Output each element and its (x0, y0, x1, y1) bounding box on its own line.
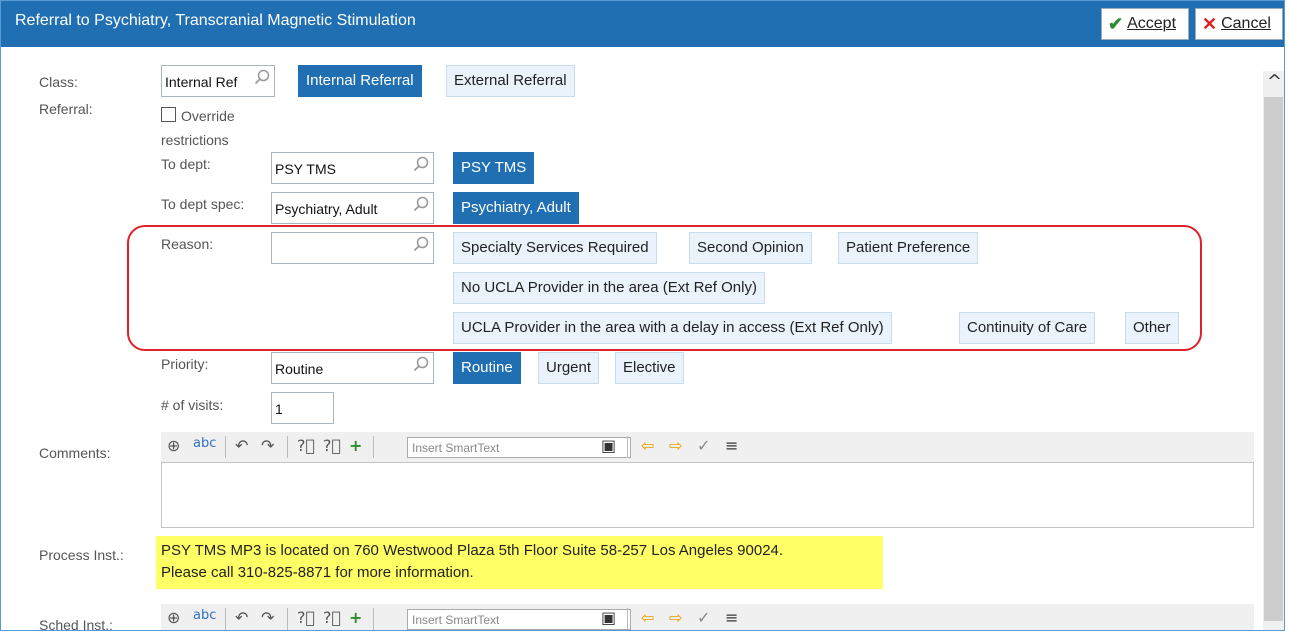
smarttext-picker-icon[interactable]: ▣ (601, 608, 616, 627)
window-title: Referral to Psychiatry, Transcranial Mag… (15, 12, 416, 29)
sched-toolbar: ⊕ abc ↶ ↷ ?⃞ ?⃞ + Insert SmartText ▣ ⇦ ⇨… (161, 604, 1254, 630)
redo-icon[interactable]: ↷ (261, 608, 274, 627)
help-icon[interactable]: ?⃞ (297, 608, 315, 627)
override-label-line1: Override (181, 108, 235, 124)
class-option-internal[interactable]: Internal Referral (298, 65, 422, 97)
reason-option-specialty[interactable]: Specialty Services Required (453, 232, 657, 264)
reason-label: Reason: (161, 236, 214, 252)
cancel-label: Cancel (1221, 15, 1271, 32)
toolbar-separator (287, 608, 288, 630)
to-dept-spec-label: To dept spec: (161, 196, 245, 212)
scroll-up-icon[interactable]: ^ (1267, 71, 1282, 92)
sched-inst-label: Sched Inst.: (39, 617, 113, 631)
process-inst-line2: Please call 310-825-8871 for more inform… (161, 564, 474, 581)
to-dept-chip[interactable]: PSY TMS (453, 152, 535, 184)
zoom-icon[interactable]: ⊕ (167, 436, 180, 455)
reason-option-other[interactable]: Other (1125, 312, 1179, 344)
referral-label: Referral: (39, 101, 93, 117)
add-icon[interactable]: + (349, 436, 362, 455)
search-icon[interactable] (413, 356, 429, 372)
cancel-button[interactable]: ✕ Cancel (1195, 8, 1283, 40)
next-field-icon[interactable]: ⇨ (669, 436, 682, 455)
smarttext-input[interactable]: Insert SmartText (407, 437, 631, 458)
search-icon[interactable] (413, 156, 429, 172)
comments-toolbar: ⊕ abc ↶ ↷ ?⃞ ?⃞ + Insert SmartText ▣ ⇦ ⇨… (161, 432, 1254, 462)
visits-label: # of visits: (161, 397, 224, 413)
to-dept-input[interactable]: PSY TMS (271, 152, 434, 184)
smartlist-icon[interactable]: ?⃞ (323, 608, 341, 627)
process-instructions: PSY TMS MP3 is located on 760 Westwood P… (156, 536, 883, 589)
toolbar-separator (373, 436, 374, 458)
to-dept-spec-input[interactable]: Psychiatry, Adult (271, 192, 434, 224)
zoom-icon[interactable]: ⊕ (167, 608, 180, 627)
x-icon: ✕ (1202, 13, 1218, 34)
class-label: Class: (39, 74, 78, 90)
visits-value: 1 (275, 401, 283, 417)
spellcheck-icon[interactable]: abc (193, 436, 216, 451)
class-value: Internal Ref (165, 74, 238, 90)
toolbar-separator (627, 608, 628, 630)
toolbar-separator (287, 436, 288, 458)
process-inst-line1: PSY TMS MP3 is located on 760 Westwood P… (161, 542, 784, 559)
reason-input[interactable] (271, 232, 434, 264)
reason-option-no-provider[interactable]: No UCLA Provider in the area (Ext Ref On… (453, 272, 765, 304)
title-bar: Referral to Psychiatry, Transcranial Mag… (1, 1, 1284, 47)
accept-all-icon[interactable]: ✓ (697, 608, 710, 627)
referral-window: Referral to Psychiatry, Transcranial Mag… (0, 0, 1285, 631)
priority-option-elective[interactable]: Elective (615, 352, 684, 384)
smarttext-input[interactable]: Insert SmartText (407, 609, 631, 630)
redo-icon[interactable]: ↷ (261, 436, 274, 455)
accept-all-icon[interactable]: ✓ (697, 436, 710, 455)
class-option-external[interactable]: External Referral (446, 65, 575, 97)
toolbar-separator (225, 436, 226, 458)
reason-option-patient-preference[interactable]: Patient Preference (838, 232, 979, 264)
priority-option-urgent[interactable]: Urgent (538, 352, 600, 384)
to-dept-spec-chip[interactable]: Psychiatry, Adult (453, 192, 579, 224)
add-icon[interactable]: + (349, 608, 362, 627)
insert-list-icon[interactable]: ≡ (725, 608, 738, 627)
insert-list-icon[interactable]: ≡ (725, 436, 738, 455)
to-dept-label: To dept: (161, 156, 211, 172)
spellcheck-icon[interactable]: abc (193, 608, 216, 623)
toolbar-separator (225, 608, 226, 630)
prev-field-icon[interactable]: ⇦ (641, 436, 654, 455)
process-inst-label: Process Inst.: (39, 547, 124, 563)
priority-label: Priority: (161, 356, 209, 372)
override-checkbox[interactable] (161, 107, 176, 122)
class-input[interactable]: Internal Ref (161, 65, 275, 97)
toolbar-separator (373, 608, 374, 630)
search-icon[interactable] (413, 236, 429, 252)
reason-option-second-opinion[interactable]: Second Opinion (689, 232, 812, 264)
search-icon[interactable] (413, 196, 429, 212)
to-dept-value: PSY TMS (275, 161, 336, 177)
comments-label: Comments: (39, 445, 111, 461)
prev-field-icon[interactable]: ⇦ (641, 608, 654, 627)
reason-option-delay-access[interactable]: UCLA Provider in the area with a delay i… (453, 312, 892, 344)
search-icon[interactable] (254, 69, 270, 85)
visits-input[interactable]: 1 (271, 392, 334, 424)
help-icon[interactable]: ?⃞ (297, 436, 315, 455)
smarttext-picker-icon[interactable]: ▣ (601, 436, 616, 455)
priority-input[interactable]: Routine (271, 352, 434, 384)
comments-editor[interactable] (161, 462, 1254, 528)
override-label-line2: restrictions (161, 132, 229, 148)
accept-label: Accept (1127, 15, 1177, 32)
undo-icon[interactable]: ↶ (235, 608, 248, 627)
smartlist-icon[interactable]: ?⃞ (323, 436, 341, 455)
priority-option-routine[interactable]: Routine (453, 352, 521, 384)
check-icon: ✔ (1108, 13, 1124, 34)
next-field-icon[interactable]: ⇨ (669, 608, 682, 627)
accept-button[interactable]: ✔ Accept (1101, 8, 1189, 40)
priority-value: Routine (275, 361, 324, 377)
undo-icon[interactable]: ↶ (235, 436, 248, 455)
reason-option-continuity[interactable]: Continuity of Care (959, 312, 1096, 344)
to-dept-spec-value: Psychiatry, Adult (275, 201, 378, 217)
scrollbar-thumb[interactable] (1264, 97, 1283, 621)
toolbar-separator (627, 436, 628, 458)
